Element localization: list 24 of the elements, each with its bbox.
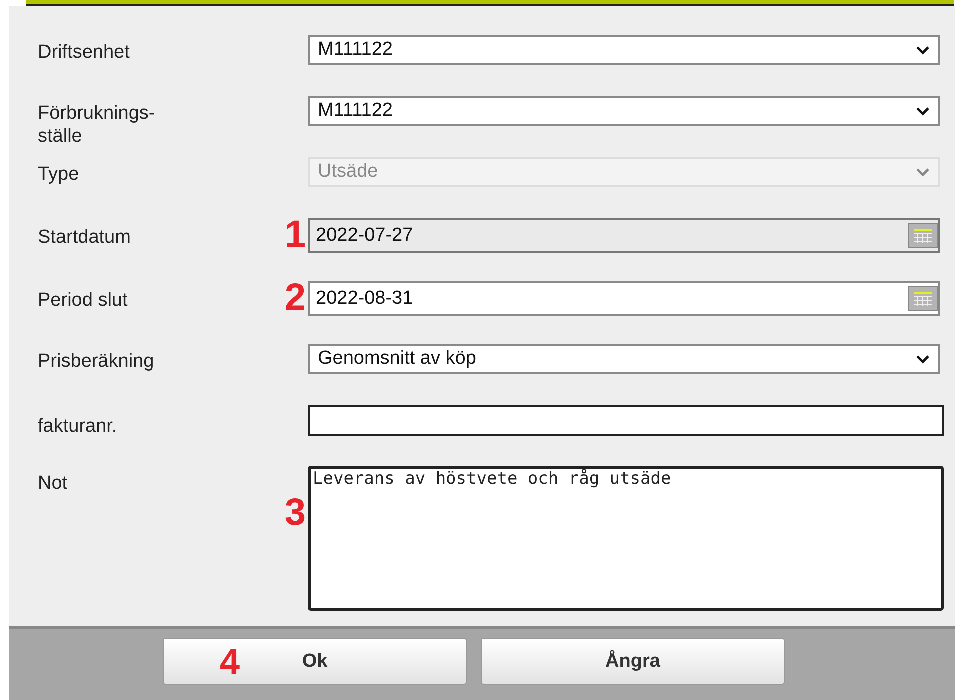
annotation-number: 2 xyxy=(284,281,306,315)
dropdown[interactable]: M111122 xyxy=(308,35,940,65)
chevron-down-icon xyxy=(916,106,930,116)
field-label: Not xyxy=(38,472,69,495)
field-label: Startdatum xyxy=(38,226,132,249)
field-label: Driftsenhet xyxy=(38,41,131,64)
field-label: fakturanr. xyxy=(38,415,118,438)
field-label: Prisberäkning xyxy=(38,350,156,373)
annotation-number: 3 xyxy=(284,496,306,530)
note-textarea[interactable]: Leverans av höstvete och råg utsäde xyxy=(308,466,944,611)
input-field[interactable] xyxy=(308,405,944,436)
field-label: Type xyxy=(38,163,80,186)
ok-button[interactable]: 4 Ok xyxy=(163,638,467,685)
field-label: Förbruknings-ställe xyxy=(38,102,156,148)
calendar-icon[interactable] xyxy=(908,286,938,311)
undo-button[interactable]: Ångra xyxy=(481,638,785,685)
date-field[interactable]: 2022-08-31 xyxy=(308,281,940,316)
dropdown[interactable]: Genomsnitt av köp xyxy=(308,344,940,374)
field-label: Period slut xyxy=(38,289,129,312)
chevron-down-icon xyxy=(916,46,930,54)
annotation-number: 1 xyxy=(284,218,306,252)
chevron-down-icon xyxy=(916,354,930,364)
dropdown[interactable]: M111122 xyxy=(308,96,940,126)
chevron-down-icon xyxy=(916,168,930,176)
